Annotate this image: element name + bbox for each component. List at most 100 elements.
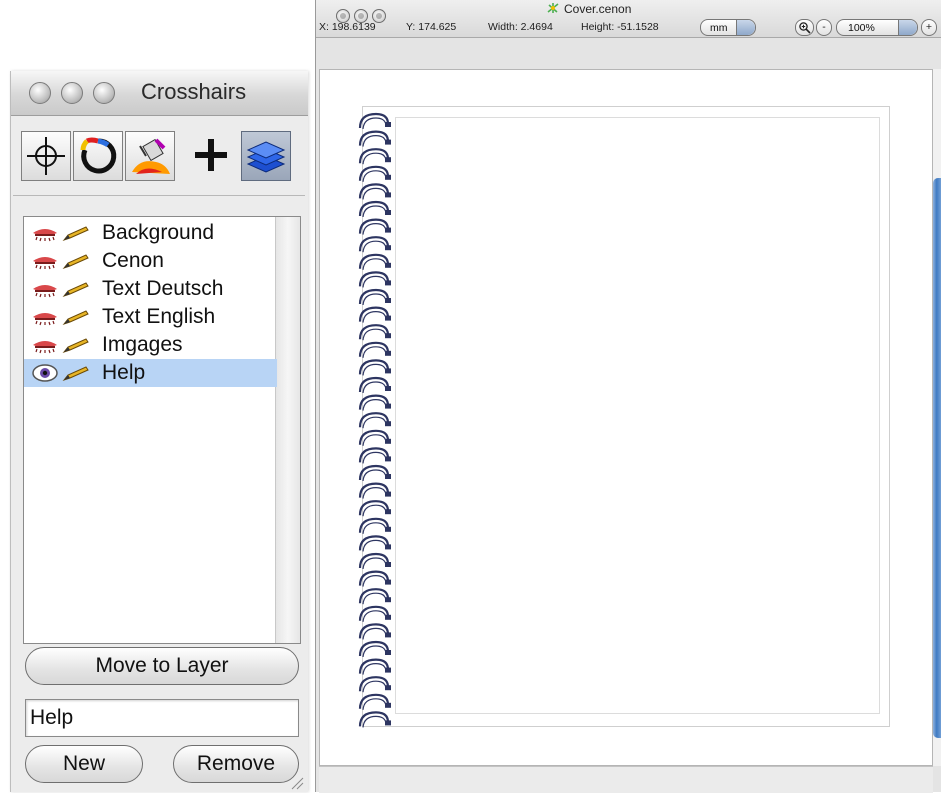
layer-label: Imgages xyxy=(102,333,183,356)
layers-tool-button[interactable] xyxy=(241,131,291,181)
binding-ring xyxy=(358,376,391,394)
binding-ring xyxy=(358,130,391,147)
binding-ring xyxy=(358,324,391,341)
closed-eye-icon[interactable] xyxy=(32,336,58,354)
binding-ring xyxy=(358,165,391,182)
open-eye-icon[interactable] xyxy=(32,364,58,382)
binding-ring xyxy=(358,253,391,270)
binding-ring xyxy=(358,623,391,640)
panel-titlebar[interactable]: Crosshairs xyxy=(11,71,308,116)
binding-ring xyxy=(358,447,391,464)
crosshairs-panel: Crosshairs Background Cenon Text Deutsch… xyxy=(10,71,308,792)
binding-ring xyxy=(358,535,391,552)
layer-label: Help xyxy=(102,361,146,384)
binding-ring xyxy=(358,570,391,587)
layer-row-background[interactable]: Background xyxy=(24,219,277,247)
crosshair-tool-button[interactable] xyxy=(21,131,71,181)
add-point-tool-button[interactable] xyxy=(187,131,237,181)
stepper-arrows-icon xyxy=(898,20,917,35)
binding-ring xyxy=(358,517,391,534)
binding-ring xyxy=(358,341,391,358)
panel-divider xyxy=(13,195,305,196)
x-readout: X: 198.6139 xyxy=(319,21,376,33)
layer-list-scrollbar[interactable] xyxy=(275,217,300,643)
tool-bar xyxy=(21,131,301,189)
pencil-icon[interactable] xyxy=(62,224,90,242)
binding-ring xyxy=(358,183,391,200)
closed-eye-icon[interactable] xyxy=(32,224,58,242)
closed-eye-icon[interactable] xyxy=(32,252,58,270)
pencil-icon[interactable] xyxy=(62,336,90,354)
zoom-value: 100% xyxy=(848,22,875,34)
document-titlebar[interactable]: Cover.cenon X: 198.6139 Y: 174.625 Width… xyxy=(316,0,941,38)
magnifier-icon xyxy=(799,22,811,34)
spiral-binding xyxy=(358,112,391,728)
pencil-icon[interactable] xyxy=(62,280,90,298)
binding-ring xyxy=(358,588,391,605)
zoom-in-button[interactable]: - xyxy=(816,19,832,36)
new-layer-button[interactable]: New xyxy=(25,745,143,783)
panel-title: Crosshairs xyxy=(141,79,247,104)
vertical-scroll-thumb[interactable] xyxy=(933,178,941,738)
pencil-icon[interactable] xyxy=(62,308,90,326)
binding-ring xyxy=(358,676,391,693)
panel-zoom-button[interactable] xyxy=(93,82,115,104)
binding-ring xyxy=(358,236,391,253)
binding-ring xyxy=(358,148,391,165)
document-proxy-icon[interactable] xyxy=(546,2,560,14)
layer-row-text-english[interactable]: Text English xyxy=(24,303,277,331)
binding-ring xyxy=(358,394,391,411)
binding-ring xyxy=(358,112,391,130)
document-window: Cover.cenon X: 198.6139 Y: 174.625 Width… xyxy=(315,0,941,793)
rotate-tool-button[interactable] xyxy=(73,131,123,181)
horizontal-scrollbar[interactable] xyxy=(319,766,933,793)
closed-eye-icon[interactable] xyxy=(32,308,58,326)
zoom-popup[interactable]: 100% xyxy=(836,19,918,36)
layer-list[interactable]: Background Cenon Text Deutsch Text Engli… xyxy=(23,216,301,644)
layer-label: Cenon xyxy=(102,249,164,272)
page-border xyxy=(395,117,880,714)
binding-ring xyxy=(358,200,391,218)
binding-ring xyxy=(358,359,391,376)
binding-ring xyxy=(358,464,391,482)
binding-ring xyxy=(358,288,391,306)
binding-ring xyxy=(358,482,391,499)
binding-ring xyxy=(358,711,391,728)
zoom-out-button[interactable]: + xyxy=(921,19,937,36)
paint-bucket-icon xyxy=(132,138,170,174)
drawing-canvas[interactable] xyxy=(319,69,933,766)
binding-ring xyxy=(358,500,391,517)
move-to-layer-button[interactable]: Move to Layer xyxy=(25,647,299,685)
layer-row-cenon[interactable]: Cenon xyxy=(24,247,277,275)
unit-value: mm xyxy=(710,22,728,34)
layer-row-help[interactable]: Help xyxy=(24,359,277,387)
closed-eye-icon[interactable] xyxy=(32,280,58,298)
layer-label: Text Deutsch xyxy=(102,277,224,300)
panel-close-button[interactable] xyxy=(29,82,51,104)
y-readout: Y: 174.625 xyxy=(406,21,457,33)
height-readout: Height: -51.1528 xyxy=(581,21,659,33)
resize-grip-icon[interactable] xyxy=(286,772,304,790)
remove-layer-button[interactable]: Remove xyxy=(173,745,299,783)
paint-bucket-tool-button[interactable] xyxy=(125,131,175,181)
layer-row-imgages[interactable]: Imgages xyxy=(24,331,277,359)
pencil-icon[interactable] xyxy=(62,364,90,382)
pencil-icon[interactable] xyxy=(62,252,90,270)
page-sheet xyxy=(362,106,890,727)
binding-ring xyxy=(358,605,391,622)
binding-ring xyxy=(358,552,391,570)
layer-name-field[interactable]: Help xyxy=(25,699,299,737)
stepper-arrows-icon xyxy=(736,20,755,35)
magnifier-button[interactable] xyxy=(795,19,814,36)
layer-row-text-deutsch[interactable]: Text Deutsch xyxy=(24,275,277,303)
rotate-icon xyxy=(80,137,117,174)
binding-ring xyxy=(358,306,391,323)
binding-ring xyxy=(358,693,391,710)
layers-icon xyxy=(246,141,286,173)
binding-ring xyxy=(358,412,391,429)
layer-label: Text English xyxy=(102,305,216,328)
layer-label: Background xyxy=(102,221,215,244)
plus-icon xyxy=(195,139,227,171)
panel-minimize-button[interactable] xyxy=(61,82,83,104)
unit-popup[interactable]: mm xyxy=(700,19,756,36)
